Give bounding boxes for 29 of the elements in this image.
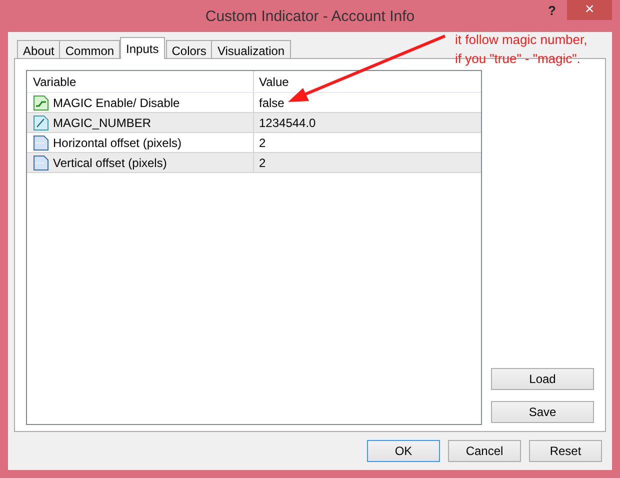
value-field[interactable]: false [254,94,284,112]
fraction-icon [33,114,49,130]
value-field[interactable]: 1234544.0 [254,114,316,132]
column-header[interactable]: Value [254,72,289,90]
window-title: Custom Indicator - Account Info [204,7,416,27]
tab[interactable]: Visualization [211,40,291,59]
reset-button[interactable]: Reset [529,440,602,462]
annotation-text: it follow magic number, [455,31,588,49]
tab[interactable]: Inputs [120,37,165,59]
number-icon [33,154,49,170]
tab[interactable]: Common [59,40,120,59]
save-button[interactable]: Save [491,401,594,423]
annotation-text: if you "true" - "magic". [455,50,582,68]
variable-name: Horizontal offset (pixels) [53,134,182,152]
column-header[interactable]: Variable [33,72,76,90]
tab[interactable]: About [17,40,60,59]
load-button[interactable]: Load [491,368,594,390]
value-field[interactable]: 2 [254,154,266,172]
toggle-icon [33,94,49,110]
variable-name: MAGIC Enable/ Disable [53,94,180,112]
value-field[interactable]: 2 [254,134,266,152]
variable-name: Vertical offset (pixels) [53,154,167,172]
help-button[interactable]: ? [540,1,564,21]
tab[interactable]: Colors [166,40,212,59]
number-icon [33,134,49,150]
cancel-button[interactable]: Cancel [448,440,521,462]
variable-name: MAGIC_NUMBER [53,114,152,132]
ok-button[interactable]: OK [367,440,440,462]
close-button[interactable]: × [567,0,612,20]
